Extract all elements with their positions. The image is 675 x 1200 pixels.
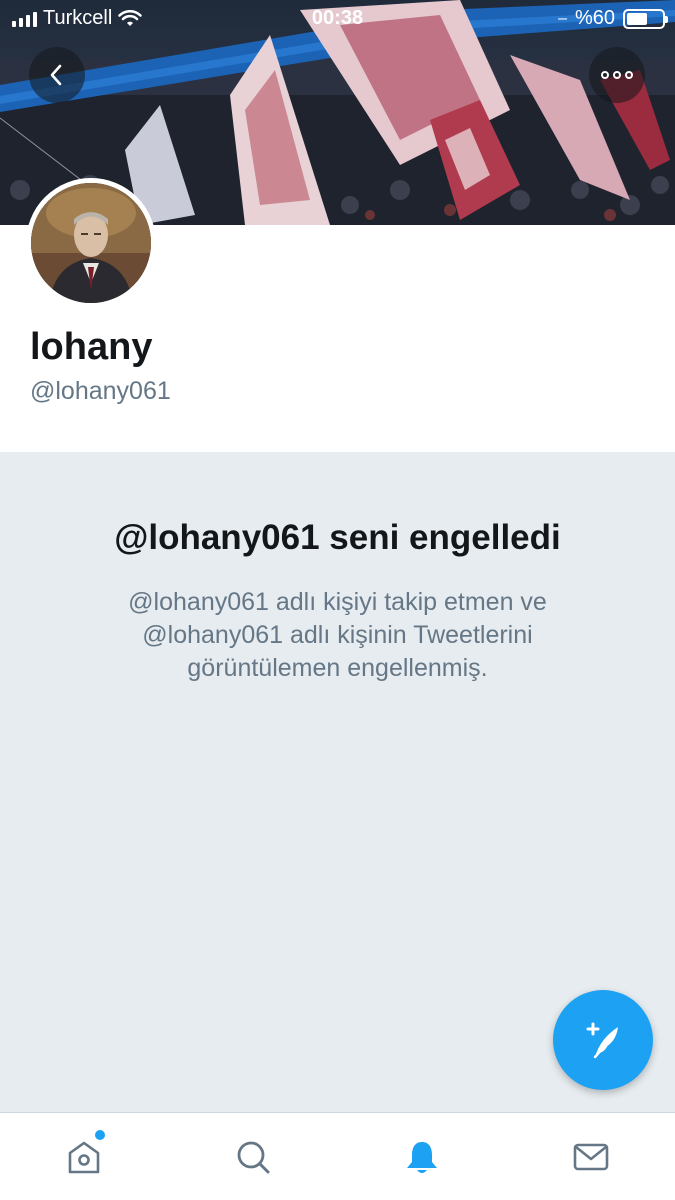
tab-messages[interactable] bbox=[506, 1113, 675, 1200]
battery-percent: %60 bbox=[574, 7, 615, 29]
tab-notifications[interactable] bbox=[338, 1113, 507, 1200]
envelope-icon bbox=[573, 1143, 608, 1170]
battery-status: – %60 bbox=[558, 7, 668, 30]
home-icon bbox=[69, 1141, 100, 1173]
bell-icon bbox=[406, 1141, 437, 1173]
blocked-description: @lohany061 adlı kişiyi takip etmen ve @l… bbox=[128, 588, 547, 682]
battery-level bbox=[627, 12, 648, 25]
chevron-left-icon bbox=[50, 64, 62, 86]
profile-name: lohany bbox=[30, 326, 153, 368]
compose-tweet-button[interactable] bbox=[553, 990, 653, 1090]
tab-search[interactable] bbox=[169, 1113, 338, 1200]
profile-handle: @lohany061 bbox=[30, 377, 171, 405]
compose-tweet-icon bbox=[586, 1022, 618, 1059]
blocked-title: @lohany061 seni engelledi bbox=[114, 518, 561, 557]
profile-avatar[interactable] bbox=[26, 178, 156, 308]
battery-icon bbox=[623, 8, 668, 29]
new-content-dot bbox=[95, 1130, 105, 1140]
tab-home[interactable] bbox=[0, 1113, 169, 1200]
status-bar: Turkcell 00:38 – %60 bbox=[0, 0, 675, 40]
more-options-icon bbox=[601, 71, 633, 79]
avatar-image bbox=[31, 183, 151, 303]
back-button[interactable] bbox=[29, 47, 85, 103]
more-options-button[interactable] bbox=[589, 47, 645, 103]
location-arrow-icon: – bbox=[558, 9, 567, 27]
search-icon bbox=[237, 1141, 270, 1173]
bottom-tab-bar bbox=[0, 1112, 675, 1200]
